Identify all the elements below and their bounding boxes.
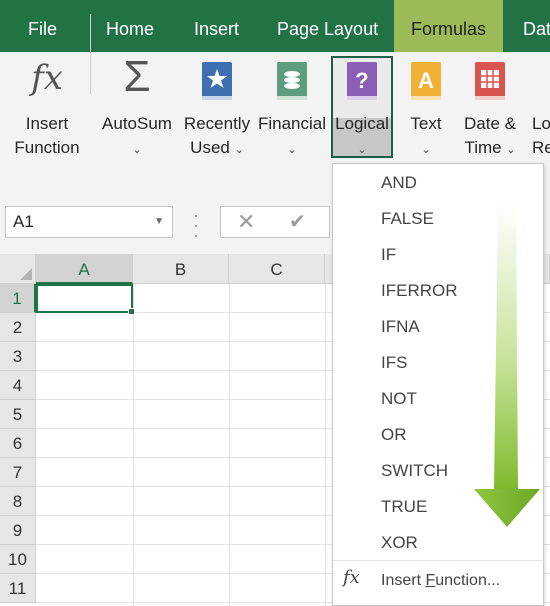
grid-line: [325, 284, 326, 606]
lookup-reference-button[interactable]: Lo Ref: [526, 52, 550, 162]
ribbon-tab-bar: File Home Insert Page Layout Formulas Da…: [0, 0, 550, 52]
date-time-label-2: Time: [464, 138, 502, 157]
formula-buttons: ✕ ✔: [220, 206, 330, 238]
tab-insert[interactable]: Insert: [194, 0, 239, 52]
enter-check-icon[interactable]: ✔: [289, 209, 306, 234]
financial-caret-icon: ⌄: [287, 144, 297, 156]
insert-function-text-prefix: Insert: [381, 572, 426, 589]
row-header-10[interactable]: 10: [0, 545, 36, 574]
autosum-caret-icon: ⌄: [132, 144, 142, 156]
active-cell-a1[interactable]: [36, 284, 135, 315]
row-header-8[interactable]: 8: [0, 487, 36, 516]
menu-divider: [333, 560, 543, 561]
tab-file[interactable]: File: [28, 0, 57, 52]
text-caret-icon: ⌄: [421, 144, 431, 156]
insert-function-label-1: Insert: [25, 114, 69, 133]
down-arrow-icon: [474, 203, 540, 527]
date-time-caret-icon: ⌄: [506, 144, 516, 156]
tab-formulas[interactable]: Formulas: [394, 0, 503, 52]
logical-label: Logical: [335, 114, 389, 133]
financial-book-icon: [274, 60, 310, 107]
recently-used-button[interactable]: Recently Used ⌄: [180, 52, 254, 162]
column-header-c[interactable]: C: [229, 254, 325, 284]
svg-text:A: A: [418, 68, 434, 93]
menu-item-and[interactable]: AND: [381, 165, 417, 201]
menu-item-true[interactable]: TRUE: [381, 489, 427, 525]
fx-icon: fx: [343, 567, 360, 588]
menu-item-if[interactable]: IF: [381, 237, 396, 273]
row-header-5[interactable]: 5: [0, 400, 36, 429]
financial-label: Financial: [257, 114, 327, 133]
lookup-label-2: Ref: [532, 138, 550, 157]
menu-item-ifs[interactable]: IFS: [381, 345, 407, 381]
row-header-7[interactable]: 7: [0, 458, 36, 487]
insert-function-access-key: F: [425, 572, 436, 589]
tab-page-layout[interactable]: Page Layout: [277, 0, 378, 52]
menu-item-insert-function[interactable]: Insert Function...: [381, 564, 500, 598]
tab-data[interactable]: Dat: [523, 0, 550, 52]
lookup-label-1: Lo: [532, 114, 550, 133]
menu-item-xor[interactable]: XOR: [381, 525, 418, 561]
autosum-button[interactable]: Σ AutoSum ⌄: [98, 52, 176, 162]
menu-item-false[interactable]: FALSE: [381, 201, 434, 237]
row-header-2[interactable]: 2: [0, 313, 36, 342]
drag-handle-icon[interactable]: · · ·: [193, 206, 199, 244]
date-time-label-1: Date &: [464, 114, 516, 133]
row-header-9[interactable]: 9: [0, 516, 36, 545]
logical-caret-icon: ⌄: [357, 144, 367, 156]
insert-function-button[interactable]: fx Insert Function: [8, 52, 86, 162]
text-book-icon: A: [408, 60, 444, 107]
column-header-a[interactable]: A: [36, 254, 133, 284]
insert-function-label-2: Function: [14, 138, 80, 157]
recently-used-label-2: Used: [190, 138, 230, 157]
column-header-b[interactable]: B: [133, 254, 229, 284]
cancel-icon[interactable]: ✕: [237, 209, 255, 235]
fx-icon: fx: [31, 58, 63, 98]
row-header-4[interactable]: 4: [0, 371, 36, 400]
recently-used-label-1: Recently: [183, 114, 251, 133]
grid-line: [133, 284, 134, 606]
menu-item-not[interactable]: NOT: [381, 381, 417, 417]
menu-item-ifna[interactable]: IFNA: [381, 309, 420, 345]
row-header-6[interactable]: 6: [0, 429, 36, 458]
date-time-book-icon: [472, 60, 508, 107]
text-button[interactable]: A Text ⌄: [398, 52, 454, 162]
date-time-button[interactable]: Date & Time ⌄: [458, 52, 522, 162]
insert-function-text-suffix: unction...: [435, 572, 501, 589]
grid-line: [229, 284, 230, 606]
recently-used-book-icon: [199, 60, 235, 107]
logical-button[interactable]: ? Logical ⌄: [331, 52, 393, 162]
menu-item-or[interactable]: OR: [381, 417, 407, 453]
row-header-3[interactable]: 3: [0, 342, 36, 371]
logical-book-icon: ?: [344, 60, 380, 107]
menu-item-switch[interactable]: SWITCH: [381, 453, 448, 489]
svg-text:?: ?: [355, 68, 368, 93]
tab-home[interactable]: Home: [106, 0, 154, 52]
name-box-dropdown-icon[interactable]: ▼: [154, 207, 164, 237]
menu-item-iferror[interactable]: IFERROR: [381, 273, 458, 309]
fill-handle[interactable]: [128, 308, 135, 315]
recently-used-caret-icon: ⌄: [234, 144, 244, 156]
financial-button[interactable]: Financial ⌄: [256, 52, 328, 162]
text-label: Text: [410, 114, 442, 133]
row-header-11[interactable]: 11: [0, 574, 36, 603]
name-box[interactable]: A1 ▼: [5, 206, 173, 238]
name-box-value: A1: [13, 212, 34, 231]
ribbon-separator: [90, 14, 91, 94]
row-header-1[interactable]: 1: [0, 284, 36, 313]
sigma-icon: Σ: [123, 52, 151, 101]
autosum-label: AutoSum: [102, 114, 172, 133]
select-all-button[interactable]: [0, 254, 36, 284]
